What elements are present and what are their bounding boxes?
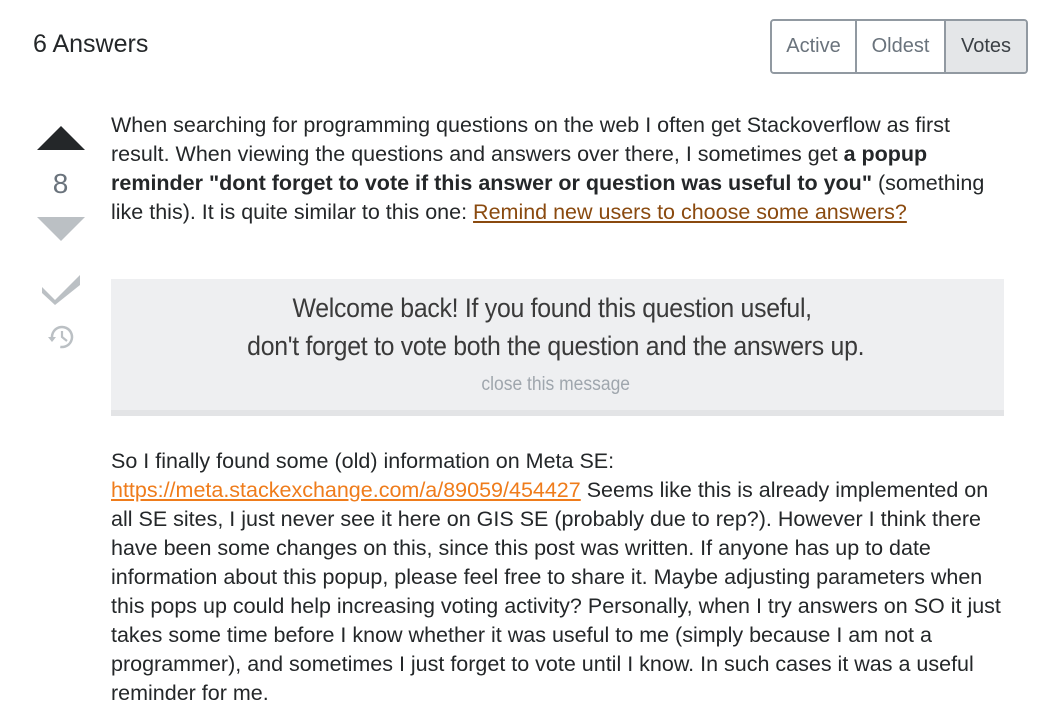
checkmark-icon[interactable] [41,271,81,305]
sort-tab-active[interactable]: Active [772,21,857,72]
answer-sort-tabs: Active Oldest Votes [770,19,1028,74]
history-icon[interactable] [46,323,76,351]
popup-message-line-2: don't forget to vote both the question a… [247,331,865,361]
answer-body-paragraph-1: When searching for programming questions… [111,111,1011,227]
vote-cell: 8 [33,120,88,351]
vote-reminder-popup-image: Welcome back! If you found this question… [111,279,1004,416]
downvote-arrow-icon[interactable] [36,217,85,241]
popup-message-line-1: Welcome back! If you found this question… [292,293,813,323]
sort-tab-votes[interactable]: Votes [946,21,1026,72]
vote-count: 8 [52,168,69,199]
upvote-arrow-icon[interactable] [36,126,85,150]
paragraph-text: When searching for programming questions… [111,113,950,166]
answer-body-paragraph-2: So I finally found some (old) informatio… [111,447,1011,708]
remind-new-users-link[interactable]: Remind new users to choose some answers? [473,200,907,224]
paragraph-text: So I finally found some (old) informatio… [111,449,615,473]
meta-stackexchange-link[interactable]: https://meta.stackexchange.com/a/89059/4… [111,478,581,502]
close-message-link: close this message [481,374,631,395]
sort-tab-oldest[interactable]: Oldest [857,21,946,72]
answers-count-heading: 6 Answers [33,30,149,58]
paragraph-text: Seems like this is already implemented o… [111,478,1001,705]
